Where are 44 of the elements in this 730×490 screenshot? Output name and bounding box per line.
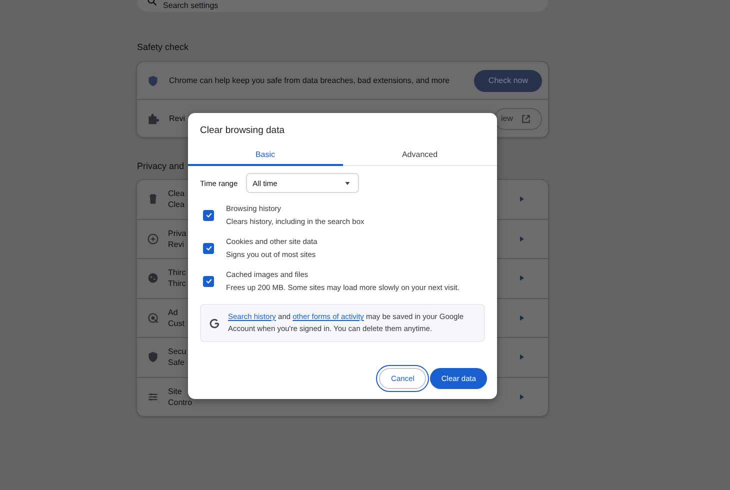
- row-subtitle: Cust: [168, 318, 184, 328]
- row-title: Clea: [168, 189, 184, 198]
- arrow-right-icon[interactable]: [520, 196, 524, 202]
- dialog-title: Clear browsing data: [199, 124, 286, 136]
- row-title: Secu: [168, 347, 186, 356]
- caret-icon: [344, 182, 350, 184]
- row-subtitle: Safe: [168, 358, 184, 368]
- row-subtitle: Clea: [168, 200, 184, 210]
- row-title: Priva: [168, 228, 186, 238]
- shield-icon: [147, 351, 159, 364]
- trash-icon: [147, 193, 159, 206]
- row-title: Thirc: [168, 268, 186, 278]
- checkmark-icon: [204, 211, 212, 219]
- arrow-right-icon[interactable]: [520, 275, 524, 282]
- checkmark-icon: [204, 244, 212, 252]
- checkmark-icon: [204, 277, 212, 285]
- puzzle-piece-icon: [147, 112, 159, 124]
- shield-icon: [147, 74, 159, 86]
- tab[interactable]: Basic: [188, 144, 342, 166]
- row-text: Chrome can help keep you safe from data breaches, bad extensions, and more: [169, 76, 451, 85]
- arrow-right-icon[interactable]: [520, 236, 524, 242]
- checkbox[interactable]: [203, 276, 214, 286]
- arrow-right-icon[interactable]: [520, 354, 524, 360]
- row-title: Site: [168, 386, 182, 396]
- row-title: Ad: [168, 308, 178, 317]
- row-text: Revi: [169, 114, 186, 123]
- row-subtitle: Thirc: [168, 279, 186, 288]
- section-heading: Privacy and: [137, 161, 186, 171]
- ad-icon: [147, 312, 159, 324]
- check-now-button[interactable]: Check now: [474, 70, 542, 92]
- cookie-icon: [147, 272, 159, 284]
- arrow-right-icon[interactable]: [520, 394, 524, 400]
- search-field[interactable]: Search settings: [137, 0, 548, 12]
- letter-g-icon: [209, 318, 220, 328]
- compass-icon: [147, 232, 159, 245]
- external-link-icon: [521, 114, 531, 124]
- row-subtitle: Contro: [168, 398, 192, 407]
- tab[interactable]: Advanced: [342, 144, 497, 166]
- checkbox[interactable]: [203, 210, 214, 220]
- checkbox[interactable]: [203, 242, 214, 254]
- section-heading: Safety check: [137, 42, 190, 52]
- sliders-icon: [147, 390, 159, 403]
- arrow-right-icon[interactable]: [520, 314, 524, 321]
- row-subtitle: Revi: [168, 240, 184, 249]
